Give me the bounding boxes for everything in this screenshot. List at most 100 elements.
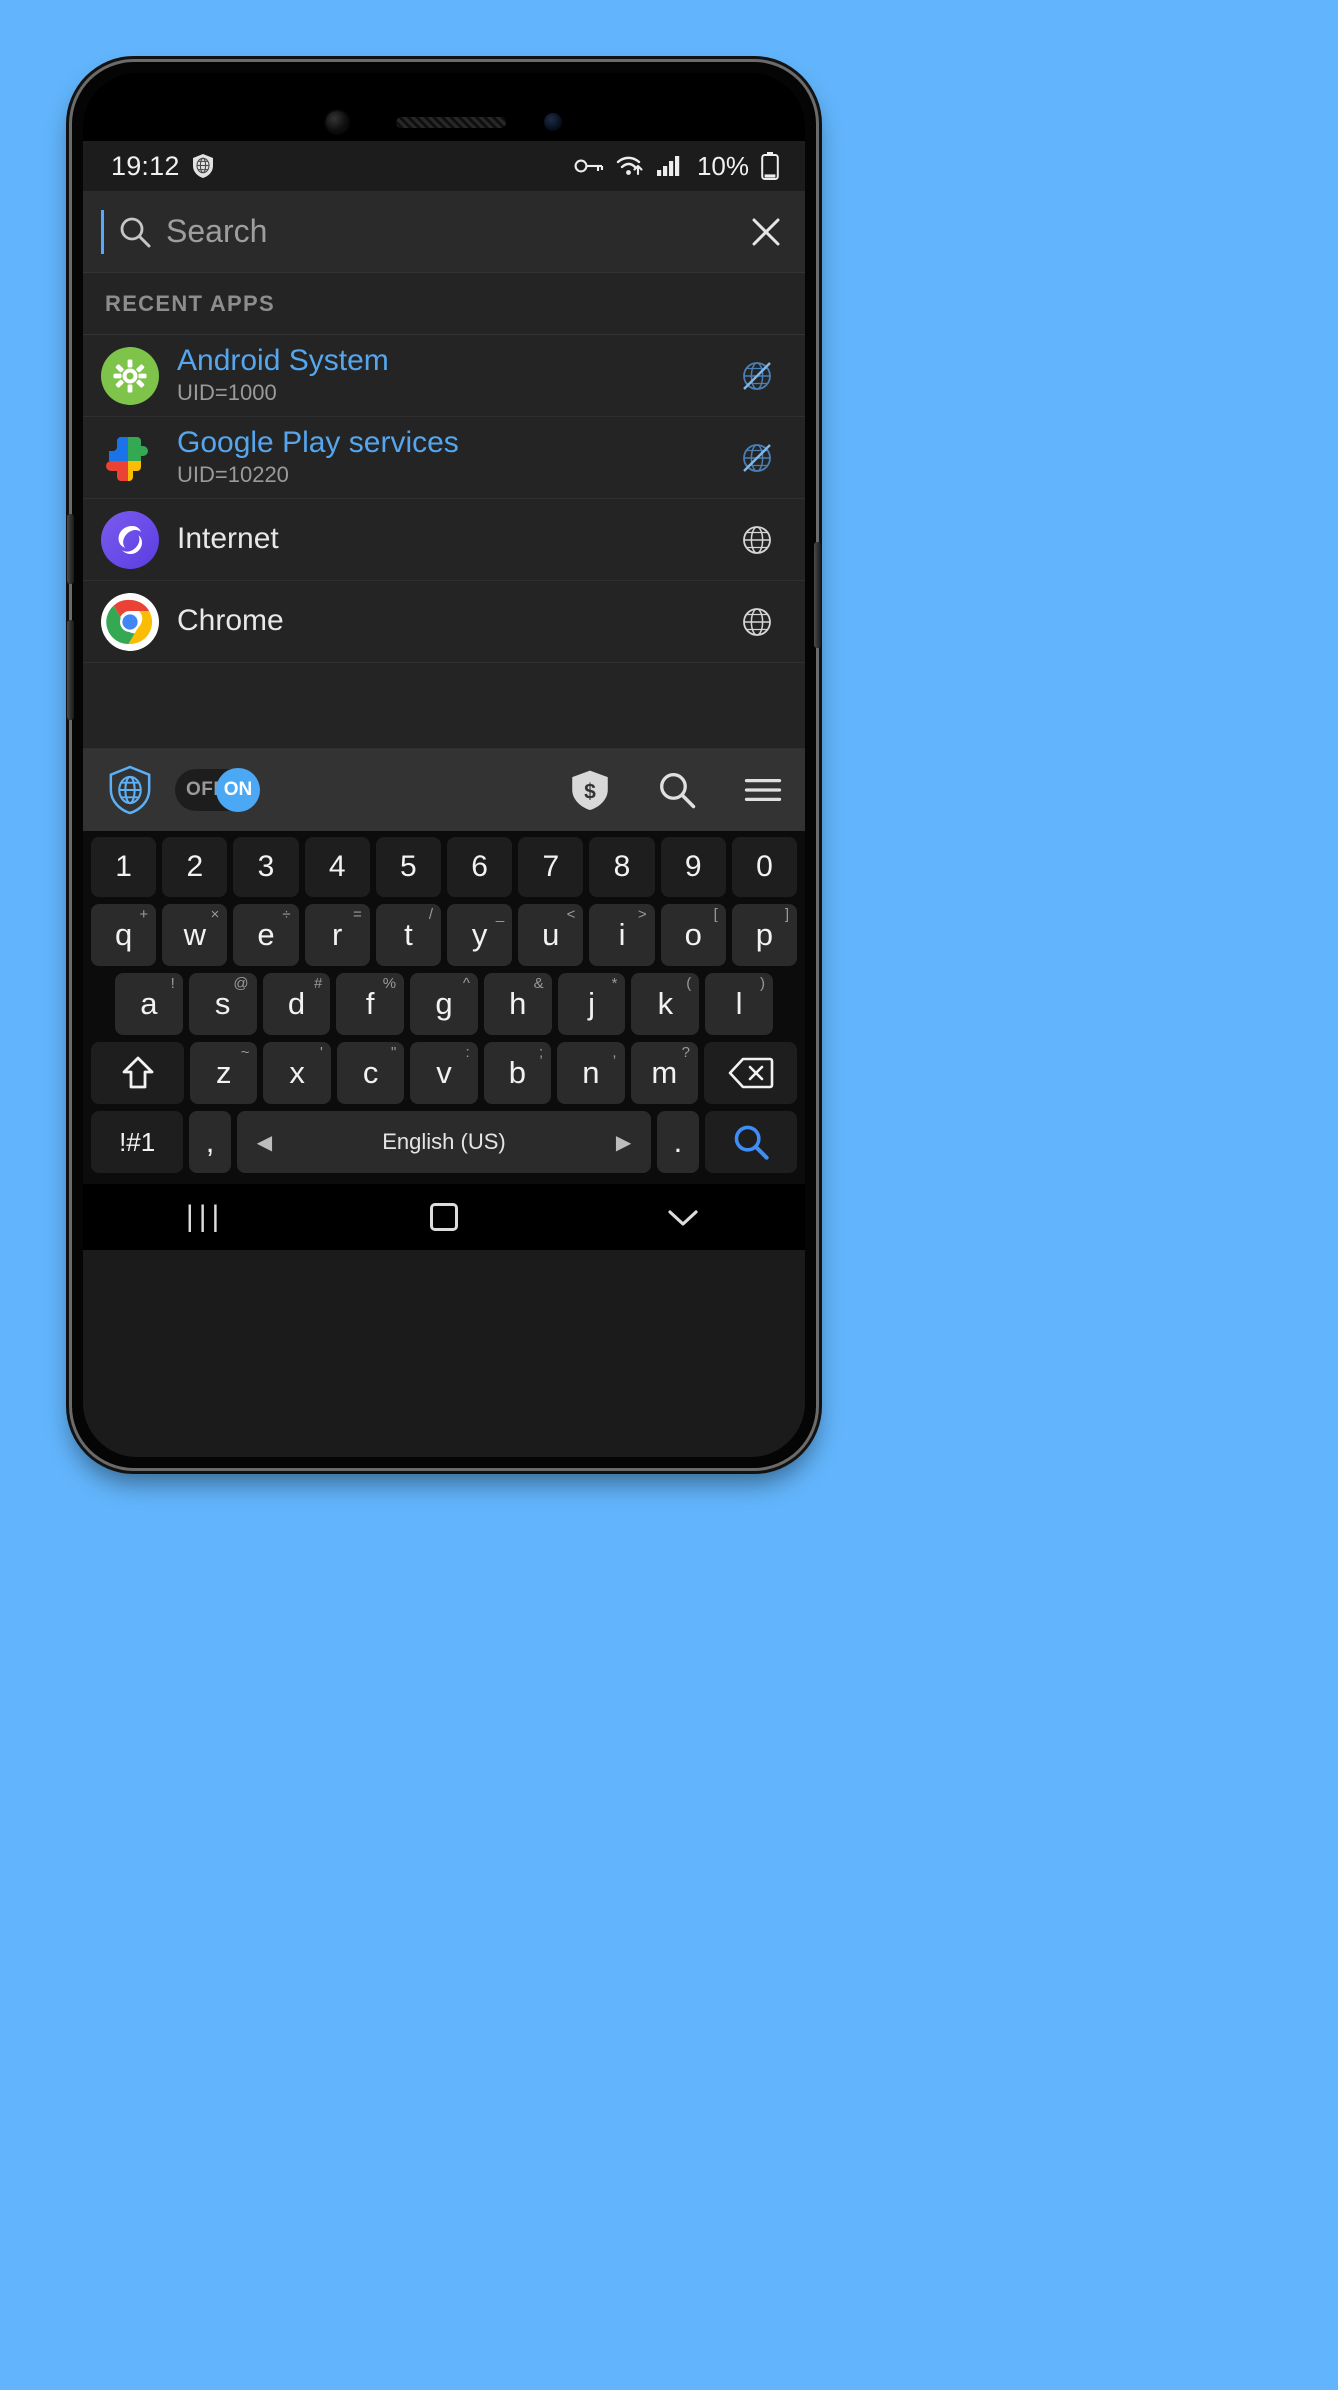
- close-icon[interactable]: [749, 215, 783, 249]
- chrome-icon: [101, 592, 159, 651]
- key-r[interactable]: = r: [304, 904, 370, 966]
- globe-icon[interactable]: [731, 603, 783, 641]
- key-0[interactable]: 0: [731, 837, 798, 897]
- list-item[interactable]: Internet: [83, 499, 805, 581]
- search-icon[interactable]: [657, 770, 697, 810]
- volume-down-button[interactable]: [67, 620, 74, 720]
- key-j[interactable]: * j: [557, 973, 626, 1035]
- key-d-label: d: [287, 986, 306, 1021]
- key-4[interactable]: 4: [304, 837, 370, 897]
- globe-blocked-icon[interactable]: [731, 357, 783, 395]
- key-l[interactable]: ) l: [705, 973, 774, 1035]
- key-a[interactable]: ! a: [114, 973, 183, 1035]
- shift-arrow-icon[interactable]: [91, 1042, 185, 1104]
- key-i[interactable]: > i: [589, 904, 655, 966]
- key-e[interactable]: ÷ e: [233, 904, 299, 966]
- key-f[interactable]: % f: [336, 973, 405, 1035]
- hamburger-menu-icon[interactable]: [743, 774, 783, 806]
- keyboard-row-numbers: 1 2 3 4 5 6 7 8 9 0: [87, 837, 801, 897]
- key-j-sup: *: [611, 975, 618, 992]
- key-2[interactable]: 2: [162, 837, 228, 897]
- key-v-sup: :: [465, 1044, 470, 1061]
- key-f-label: f: [365, 986, 375, 1021]
- key-1[interactable]: 1: [90, 837, 157, 897]
- bottom-toolbar: OFF ON $: [83, 749, 805, 831]
- key-8[interactable]: 8: [589, 837, 655, 897]
- key-k-sup: (: [686, 975, 692, 992]
- key-b[interactable]: ; b: [483, 1042, 552, 1104]
- space-key[interactable]: ◀ English (US) ▶: [236, 1111, 652, 1173]
- symbols-key[interactable]: !#1: [91, 1111, 184, 1173]
- hide-keyboard-chevron-icon[interactable]: [664, 1204, 702, 1230]
- globe-icon[interactable]: [731, 521, 783, 559]
- search-icon: [118, 215, 152, 249]
- app-name: Internet: [177, 522, 279, 556]
- key-y[interactable]: _ y: [447, 904, 513, 966]
- status-bar-left: 19:12: [111, 151, 215, 182]
- status-clock: 19:12: [111, 150, 180, 181]
- key-u-sup: <: [566, 906, 576, 923]
- key-w-sup: ×: [210, 906, 220, 923]
- list-item[interactable]: Android System UID=1000: [83, 335, 805, 417]
- globe-blocked-icon[interactable]: [731, 439, 783, 477]
- keyboard-row-bottom-letters: ~ z ' x " c :v ; b ,n ? m: [87, 1042, 801, 1104]
- front-camera-icon: [326, 111, 348, 133]
- backspace-icon[interactable]: [703, 1042, 798, 1104]
- search-enter-icon[interactable]: [704, 1111, 797, 1173]
- key-z-label: z: [215, 1055, 232, 1090]
- key-d[interactable]: # d: [262, 973, 331, 1035]
- key-o[interactable]: [o: [660, 904, 726, 966]
- key-v[interactable]: :v: [410, 1042, 478, 1104]
- shield-globe-icon[interactable]: [107, 765, 153, 815]
- list-item[interactable]: Chrome: [83, 581, 805, 663]
- key-h[interactable]: & h: [483, 973, 552, 1035]
- key-x-sup: ': [320, 1044, 323, 1061]
- key-y-label: y: [471, 917, 488, 952]
- key-k-label: k: [657, 986, 674, 1021]
- key-5[interactable]: 5: [375, 837, 441, 897]
- key-w[interactable]: × w: [162, 904, 228, 966]
- list-item[interactable]: Google Play services UID=10220: [83, 417, 805, 499]
- key-z[interactable]: ~ z: [190, 1042, 258, 1104]
- key-w-label: w: [183, 917, 206, 952]
- key-s[interactable]: @ s: [188, 973, 257, 1035]
- search-input[interactable]: Search: [166, 213, 749, 250]
- key-3[interactable]: 3: [233, 837, 299, 897]
- firewall-toggle[interactable]: OFF ON: [175, 768, 260, 812]
- key-u-label: u: [542, 917, 560, 952]
- key-comma[interactable]: ,: [189, 1111, 231, 1173]
- key-n[interactable]: ,n: [557, 1042, 625, 1104]
- key-q-sup: +: [139, 906, 149, 923]
- key-n-sup: ,: [612, 1044, 617, 1061]
- key-l-sup: ): [760, 975, 766, 992]
- key-p-sup: ]: [784, 906, 790, 923]
- key-9[interactable]: 9: [660, 837, 726, 897]
- key-v-label: v: [436, 1055, 452, 1090]
- home-square-icon[interactable]: [430, 1203, 459, 1231]
- key-r-sup: =: [353, 906, 362, 923]
- key-k[interactable]: (k: [631, 973, 700, 1035]
- key-g[interactable]: ^ g: [410, 973, 478, 1035]
- key-p[interactable]: ] p: [731, 904, 798, 966]
- key-u[interactable]: < u: [518, 904, 584, 966]
- volume-up-button[interactable]: [67, 514, 74, 584]
- key-s-label: s: [214, 986, 231, 1021]
- toggle-on-label: ON: [216, 768, 260, 812]
- key-t[interactable]: / t: [375, 904, 441, 966]
- key-l-label: l: [735, 986, 743, 1021]
- next-language-arrow-icon[interactable]: ▶: [616, 1130, 631, 1155]
- key-period[interactable]: .: [657, 1111, 699, 1173]
- key-m[interactable]: ? m: [630, 1042, 698, 1104]
- search-bar[interactable]: Search: [83, 191, 805, 273]
- shield-globe-icon: [191, 153, 215, 179]
- key-6[interactable]: 6: [447, 837, 513, 897]
- recents-icon[interactable]: |||: [186, 1200, 224, 1234]
- prev-language-arrow-icon[interactable]: ◀: [257, 1130, 272, 1155]
- phone-device-frame: 19:12 10% Search RECENT APPS Android Sys…: [67, 62, 821, 1468]
- power-button[interactable]: [814, 542, 821, 648]
- money-shield-icon[interactable]: $: [569, 769, 611, 811]
- key-q[interactable]: + q: [90, 904, 157, 966]
- key-7[interactable]: 7: [518, 837, 584, 897]
- key-x[interactable]: ' x: [263, 1042, 331, 1104]
- key-c[interactable]: " c: [336, 1042, 405, 1104]
